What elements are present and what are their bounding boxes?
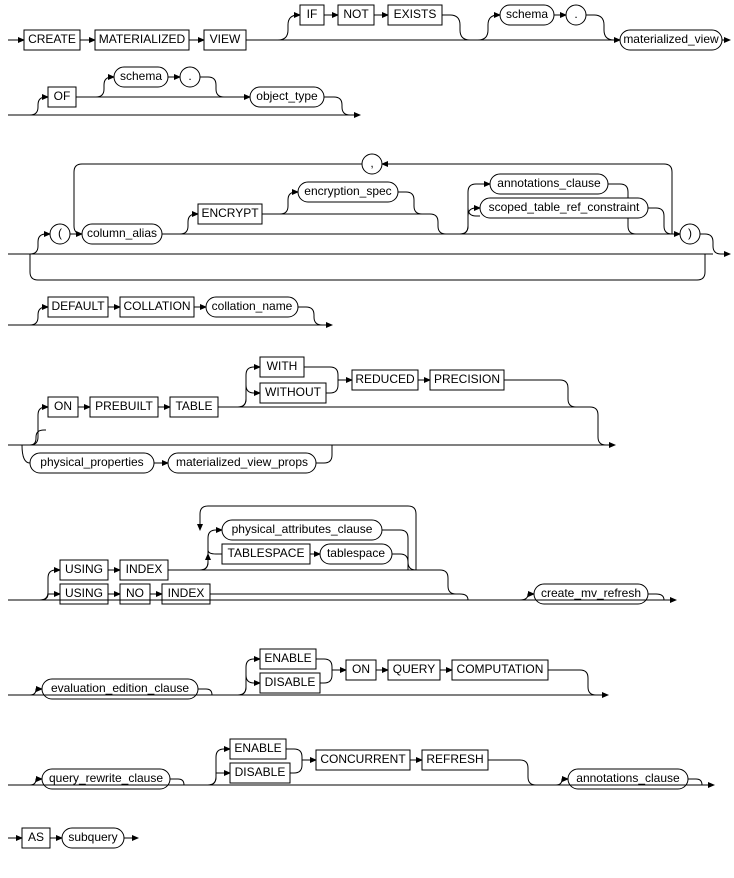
kw-as: AS [28, 830, 44, 844]
kw-of: OF [54, 89, 71, 103]
nt-subquery: subquery [68, 830, 117, 844]
nt-encryption-spec: encryption_spec [304, 184, 391, 198]
kw-using-1: USING [65, 562, 103, 576]
kw-exists: EXISTS [394, 7, 437, 21]
close-paren: ) [688, 226, 692, 240]
kw-collation: COLLATION [123, 299, 190, 313]
kw-disable-8: DISABLE [235, 765, 286, 779]
nt-create-mv-refresh: create_mv_refresh [541, 586, 641, 600]
kw-materialized: MATERIALIZED [99, 32, 186, 46]
nt-mview-props: materialized_view_props [176, 455, 308, 469]
nt-materialized-view: materialized_view [623, 32, 719, 46]
nt-phys-attr-clause: physical_attributes_clause [232, 522, 373, 536]
kw-encrypt: ENCRYPT [201, 206, 259, 220]
kw-index-1: INDEX [126, 562, 163, 576]
row-default-collation: DEFAULT COLLATION collation_name [8, 297, 332, 325]
kw-index-2: INDEX [168, 586, 205, 600]
kw-refresh: REFRESH [426, 752, 483, 766]
kw-reduced: REDUCED [355, 372, 415, 386]
nt-annotations-clause-1: annotations_clause [497, 176, 601, 190]
kw-precision: PRECISION [434, 372, 500, 386]
kw-tablespace: TABLESPACE [228, 546, 305, 560]
row-prebuilt-or-physical: ON PREBUILT TABLE WITH WITHOUT REDUCED P… [8, 357, 615, 473]
kw-on-5: ON [54, 399, 72, 413]
nt-column-alias: column_alias [87, 226, 157, 240]
nt-collation-name: collation_name [212, 299, 293, 313]
kw-on-7: ON [352, 662, 370, 676]
kw-enable-7: ENABLE [264, 651, 311, 665]
open-paren: ( [58, 226, 62, 240]
row-eval-edition: evaluation_edition_clause ENABLE DISABLE… [8, 649, 608, 699]
nt-schema-2: schema [120, 69, 162, 83]
kw-if: IF [307, 7, 318, 21]
kw-view: VIEW [210, 32, 241, 46]
syntax-diagram: CREATE MATERIALIZED VIEW IF NOT EXISTS s… [0, 0, 734, 878]
nt-annotations-clause-2: annotations_clause [576, 771, 680, 785]
kw-disable-7: DISABLE [265, 675, 316, 689]
kw-without: WITHOUT [265, 385, 322, 399]
kw-concurrent: CONCURRENT [320, 752, 406, 766]
kw-using-2: USING [65, 586, 103, 600]
kw-no: NO [126, 586, 144, 600]
kw-default: DEFAULT [51, 299, 105, 313]
row-column-list: ( column_alias ENCRYPT encryption_spec a… [8, 154, 730, 280]
kw-computation: COMPUTATION [457, 662, 544, 676]
nt-physical-properties: physical_properties [40, 455, 143, 469]
kw-table: TABLE [175, 399, 212, 413]
nt-query-rewrite-clause: query_rewrite_clause [49, 771, 163, 785]
row-as-subquery: AS subquery [8, 828, 138, 848]
row-create: CREATE MATERIALIZED VIEW IF NOT EXISTS s… [8, 5, 730, 50]
kw-prebuilt: PREBUILT [95, 399, 153, 413]
nt-object-type: object_type [256, 89, 318, 103]
kw-query-7: QUERY [393, 662, 435, 676]
nt-eval-edition-clause: evaluation_edition_clause [51, 681, 189, 695]
nt-dot-2: . [188, 69, 191, 83]
row-query-rewrite: query_rewrite_clause ENABLE DISABLE CONC… [8, 739, 714, 789]
kw-create: CREATE [28, 32, 76, 46]
row-using-index: USING INDEX physical_attributes_clause T… [8, 506, 676, 604]
kw-enable-8: ENABLE [234, 741, 281, 755]
comma-sep: , [370, 156, 373, 170]
row-of-object-type: OF schema . object_type [8, 67, 360, 115]
nt-tablespace: tablespace [327, 546, 385, 560]
nt-scoped-table-ref: scoped_table_ref_constraint [489, 200, 640, 214]
nt-dot-1: . [574, 7, 577, 21]
kw-not: NOT [343, 7, 369, 21]
kw-with: WITH [267, 359, 298, 373]
nt-schema-1: schema [506, 7, 548, 21]
